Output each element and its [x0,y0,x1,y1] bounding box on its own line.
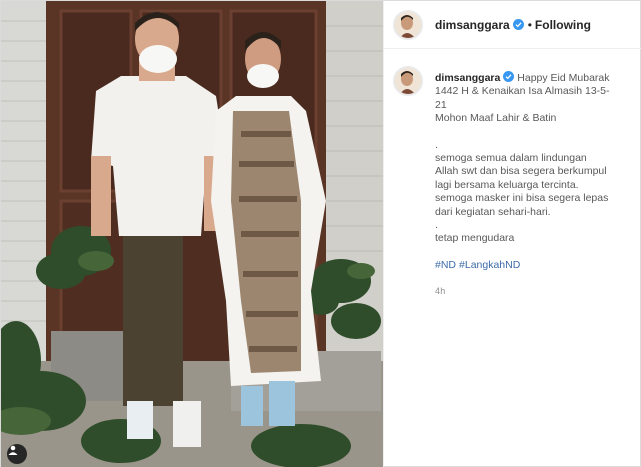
caption-line: dimsanggara Happy Eid Mubarak [435,71,641,85]
verified-badge-icon [512,19,524,30]
caption-gap [435,126,641,139]
post-timestamp[interactable]: 4h [435,285,641,298]
user-tag-icon [8,445,18,455]
avatar-image [395,11,421,38]
caption-line: semoga masker ini bisa segera lepas [435,192,609,205]
tagged-users-button[interactable] [7,444,27,464]
caption-gap [435,246,641,259]
avatar[interactable] [393,9,423,40]
post-dialog: dimsanggara • Following dimsanggara Happ… [0,0,641,467]
caption-text: dimsanggara Happy Eid Mubarak 1442 H & K… [435,71,641,299]
post-header: dimsanggara • Following [384,1,641,49]
post-side-panel: dimsanggara • Following dimsanggara Happ… [383,1,641,467]
caption-line: semoga semua dalam lindungan [435,152,587,165]
caption-closing: tetap mengudara [435,232,515,245]
caption-line: lagi bersama keluarga tercinta. [435,178,579,191]
caption-first-line: Happy Eid Mubarak [517,72,610,84]
caption-line: Allah swt dan bisa segera berkumpul [435,165,607,178]
caption-line: dari kegiatan sehari-hari. [435,205,551,218]
caption-spacer: . [435,219,438,232]
caption-line: 21 [435,98,447,111]
caption-username[interactable]: dimsanggara [435,72,500,84]
hashtag-link[interactable]: #ND [435,259,456,271]
hashtags: #ND #LangkahND [435,259,641,272]
hashtag-link[interactable]: #LangkahND [459,259,520,271]
caption-avatar[interactable] [393,66,423,96]
caption-line: 1442 H & Kenaikan Isa Almasih 13-5- [435,85,610,98]
couple-photo-illustration [1,1,383,467]
avatar-image [395,68,421,94]
following-button[interactable]: Following [535,18,591,32]
caption-line: Mohon Maaf Lahir & Batin [435,112,557,125]
header-username[interactable]: dimsanggara [435,18,510,32]
post-photo[interactable] [1,1,383,467]
separator-dot: • [527,17,532,32]
verified-badge-icon [503,71,515,82]
caption-spacer: . [435,138,438,151]
